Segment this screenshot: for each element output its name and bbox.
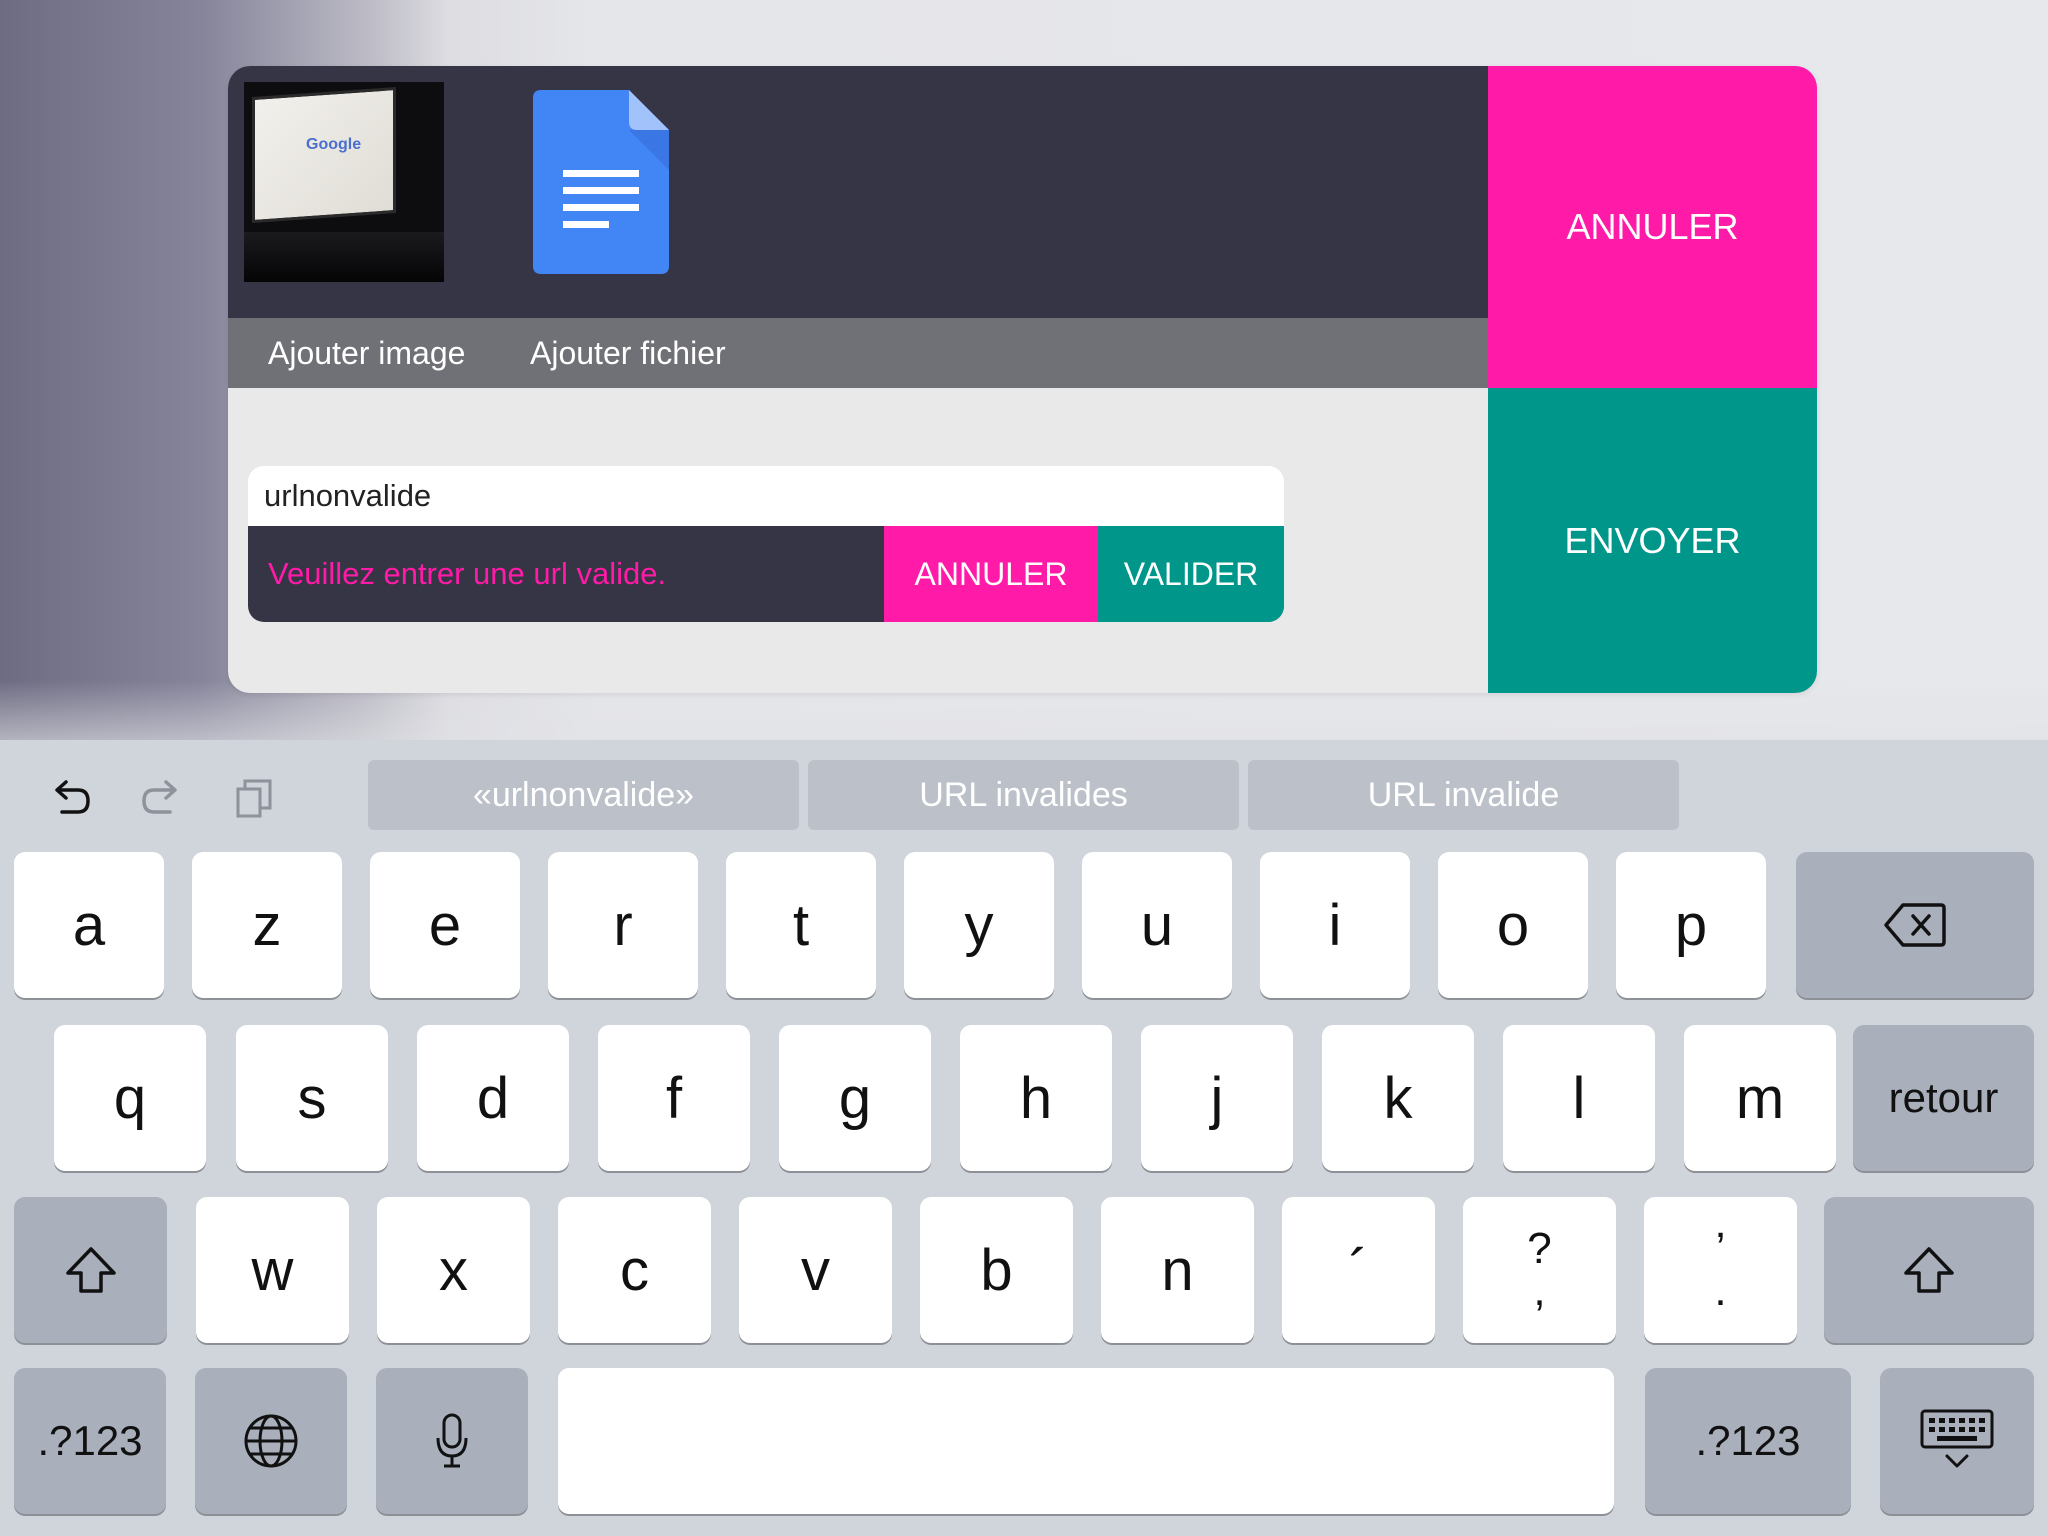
return-key[interactable]: retour <box>1853 1025 2034 1171</box>
key-e[interactable]: e <box>370 852 520 998</box>
key-apostrophe-period[interactable]: ’ . <box>1644 1197 1797 1343</box>
send-button[interactable]: ENVOYER <box>1488 388 1817 693</box>
microphone-key[interactable] <box>376 1368 528 1514</box>
suggestion-1[interactable]: «urlnonvalide» <box>368 760 799 830</box>
undo-icon[interactable] <box>46 774 94 822</box>
google-docs-icon[interactable] <box>533 90 669 274</box>
key-apostrophe-top: ’ <box>1715 1224 1726 1274</box>
key-n[interactable]: n <box>1101 1197 1254 1343</box>
key-r[interactable]: r <box>548 852 698 998</box>
url-input[interactable] <box>248 466 1284 526</box>
key-j[interactable]: j <box>1141 1025 1293 1171</box>
backspace-key[interactable] <box>1796 852 2034 998</box>
add-file-button[interactable]: Ajouter fichier <box>530 318 726 388</box>
key-s[interactable]: s <box>236 1025 388 1171</box>
key-x[interactable]: x <box>377 1197 530 1343</box>
numbers-left-key[interactable]: .?123 <box>14 1368 166 1514</box>
redo-icon[interactable] <box>138 774 186 822</box>
key-w[interactable]: w <box>196 1197 349 1343</box>
key-question-bottom: , <box>1533 1266 1546 1315</box>
key-t[interactable]: t <box>726 852 876 998</box>
key-q[interactable]: q <box>54 1025 206 1171</box>
cancel-button[interactable]: ANNULER <box>1488 66 1817 388</box>
thumbnail-screen <box>252 86 396 224</box>
hide-keyboard-key[interactable] <box>1880 1368 2034 1514</box>
keyboard-hide-icon <box>1920 1409 1994 1468</box>
shift-left-key[interactable] <box>14 1197 167 1343</box>
key-u[interactable]: u <box>1082 852 1232 998</box>
key-b[interactable]: b <box>920 1197 1073 1343</box>
key-d[interactable]: d <box>417 1025 569 1171</box>
key-question-top: ? <box>1527 1224 1552 1274</box>
key-acute-accent[interactable]: ´ <box>1282 1197 1435 1343</box>
key-g[interactable]: g <box>779 1025 931 1171</box>
add-image-button[interactable]: Ajouter image <box>268 318 465 388</box>
share-panel: Google Ajouter image Ajouter fichier ANN… <box>228 66 1817 693</box>
thumbnail-laptop-keyboard <box>244 232 444 282</box>
backspace-icon <box>1884 903 1946 947</box>
key-h[interactable]: h <box>960 1025 1112 1171</box>
key-y[interactable]: y <box>904 852 1054 998</box>
key-l[interactable]: l <box>1503 1025 1655 1171</box>
numbers-right-key[interactable]: .?123 <box>1645 1368 1851 1514</box>
key-v[interactable]: v <box>739 1197 892 1343</box>
paste-icon[interactable] <box>230 774 278 822</box>
url-cancel-button[interactable]: ANNULER <box>884 526 1098 622</box>
image-thumbnail[interactable]: Google <box>244 82 444 282</box>
thumbnail-google-logo: Google <box>306 136 362 153</box>
keyboard: «urlnonvalide» URL invalides URL invalid… <box>0 740 2048 1536</box>
key-apostrophe-bottom: . <box>1714 1266 1727 1315</box>
url-dialog: Veuillez entrer une url valide. ANNULER … <box>248 466 1284 622</box>
shift-icon <box>65 1247 116 1293</box>
key-a[interactable]: a <box>14 852 164 998</box>
suggestion-3[interactable]: URL invalide <box>1248 760 1679 830</box>
globe-icon <box>244 1414 298 1468</box>
url-error-message: Veuillez entrer une url valide. <box>268 556 667 591</box>
attachments-area: Google <box>228 66 1488 318</box>
attachment-labels-bar: Ajouter image Ajouter fichier <box>228 318 1488 388</box>
microphone-icon <box>436 1413 468 1468</box>
key-m[interactable]: m <box>1684 1025 1836 1171</box>
suggestion-2[interactable]: URL invalides <box>808 760 1239 830</box>
url-validate-button[interactable]: VALIDER <box>1098 526 1284 622</box>
key-f[interactable]: f <box>598 1025 750 1171</box>
globe-key[interactable] <box>195 1368 347 1514</box>
key-question-comma[interactable]: ? , <box>1463 1197 1616 1343</box>
key-k[interactable]: k <box>1322 1025 1474 1171</box>
shift-icon <box>1904 1247 1954 1293</box>
key-z[interactable]: z <box>192 852 342 998</box>
key-c[interactable]: c <box>558 1197 711 1343</box>
key-i[interactable]: i <box>1260 852 1410 998</box>
url-dialog-footer: Veuillez entrer une url valide. ANNULER … <box>248 526 1284 622</box>
key-o[interactable]: o <box>1438 852 1588 998</box>
space-key[interactable] <box>558 1368 1614 1514</box>
key-p[interactable]: p <box>1616 852 1766 998</box>
shift-right-key[interactable] <box>1824 1197 2034 1343</box>
